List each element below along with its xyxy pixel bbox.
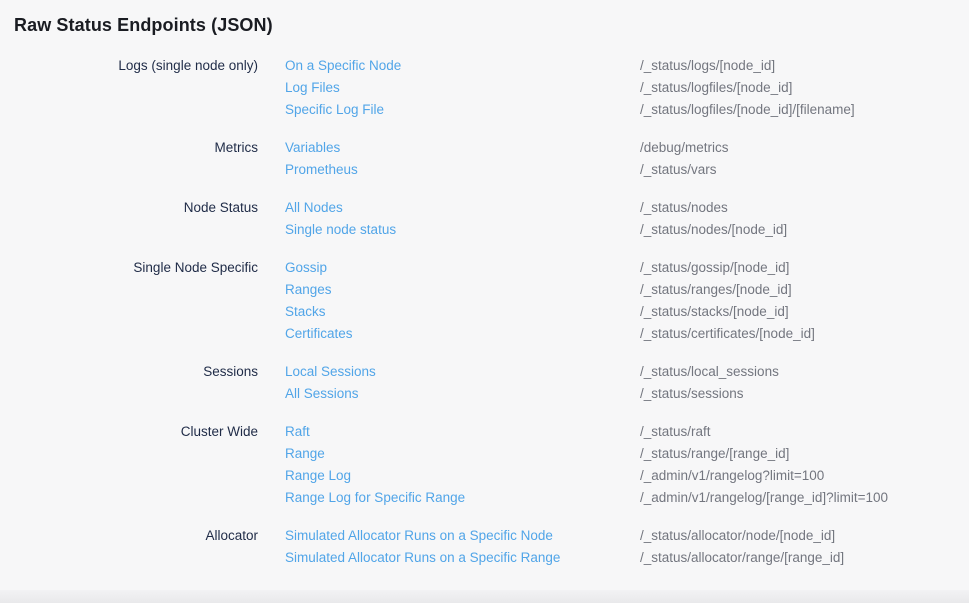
endpoint-link[interactable]: Prometheus bbox=[285, 159, 358, 181]
endpoint-path: /_status/logs/[node_id] bbox=[640, 55, 969, 77]
endpoint-row: Certificates /_status/certificates/[node… bbox=[285, 323, 969, 345]
endpoint-path: /_admin/v1/rangelog?limit=100 bbox=[640, 465, 969, 487]
endpoint-link[interactable]: Ranges bbox=[285, 279, 332, 301]
endpoint-link[interactable]: Single node status bbox=[285, 219, 396, 241]
endpoint-group: Node Status All Nodes /_status/nodes Sin… bbox=[0, 197, 969, 241]
endpoint-group: Cluster Wide Raft /_status/raft Range /_… bbox=[0, 421, 969, 509]
endpoint-path: /_status/allocator/range/[range_id] bbox=[640, 547, 969, 569]
endpoint-sections: Logs (single node only) On a Specific No… bbox=[0, 55, 969, 569]
endpoint-path: /_status/stacks/[node_id] bbox=[640, 301, 969, 323]
endpoint-path: /_status/nodes bbox=[640, 197, 969, 219]
endpoint-rows: On a Specific Node /_status/logs/[node_i… bbox=[285, 55, 969, 121]
endpoint-link[interactable]: Simulated Allocator Runs on a Specific R… bbox=[285, 547, 560, 569]
raw-status-page: Raw Status Endpoints (JSON) Logs (single… bbox=[0, 0, 969, 569]
endpoint-group: Metrics Variables /debug/metrics Prometh… bbox=[0, 137, 969, 181]
endpoint-row: Single node status /_status/nodes/[node_… bbox=[285, 219, 969, 241]
endpoint-path: /_status/logfiles/[node_id] bbox=[640, 77, 969, 99]
endpoint-path: /_admin/v1/rangelog/[range_id]?limit=100 bbox=[640, 487, 969, 509]
endpoint-row: Raft /_status/raft bbox=[285, 421, 969, 443]
endpoint-link[interactable]: All Sessions bbox=[285, 383, 359, 405]
endpoint-path: /debug/metrics bbox=[640, 137, 969, 159]
endpoint-path: /_status/certificates/[node_id] bbox=[640, 323, 969, 345]
endpoint-link[interactable]: Log Files bbox=[285, 77, 340, 99]
endpoint-link[interactable]: Variables bbox=[285, 137, 340, 159]
endpoint-row: Simulated Allocator Runs on a Specific R… bbox=[285, 547, 969, 569]
endpoint-path: /_status/allocator/node/[node_id] bbox=[640, 525, 969, 547]
endpoint-link[interactable]: Range Log bbox=[285, 465, 351, 487]
endpoint-row: Stacks /_status/stacks/[node_id] bbox=[285, 301, 969, 323]
endpoint-row: Prometheus /_status/vars bbox=[285, 159, 969, 181]
endpoint-row: Variables /debug/metrics bbox=[285, 137, 969, 159]
endpoint-link[interactable]: Certificates bbox=[285, 323, 353, 345]
endpoint-link[interactable]: Specific Log File bbox=[285, 99, 384, 121]
endpoint-row: Range Log for Specific Range /_admin/v1/… bbox=[285, 487, 969, 509]
endpoint-link[interactable]: Range Log for Specific Range bbox=[285, 487, 465, 509]
endpoint-row: Range Log /_admin/v1/rangelog?limit=100 bbox=[285, 465, 969, 487]
endpoint-link[interactable]: On a Specific Node bbox=[285, 55, 401, 77]
category-label: Sessions bbox=[0, 361, 258, 405]
endpoint-path: /_status/vars bbox=[640, 159, 969, 181]
endpoint-path: /_status/ranges/[node_id] bbox=[640, 279, 969, 301]
endpoint-row: Simulated Allocator Runs on a Specific N… bbox=[285, 525, 969, 547]
page-title: Raw Status Endpoints (JSON) bbox=[14, 0, 969, 37]
endpoint-path: /_status/raft bbox=[640, 421, 969, 443]
endpoint-group: Logs (single node only) On a Specific No… bbox=[0, 55, 969, 121]
endpoint-rows: Simulated Allocator Runs on a Specific N… bbox=[285, 525, 969, 569]
endpoint-path: /_status/logfiles/[node_id]/[filename] bbox=[640, 99, 969, 121]
endpoint-path: /_status/local_sessions bbox=[640, 361, 969, 383]
endpoint-path: /_status/sessions bbox=[640, 383, 969, 405]
endpoint-row: All Sessions /_status/sessions bbox=[285, 383, 969, 405]
category-label: Cluster Wide bbox=[0, 421, 258, 509]
endpoint-rows: All Nodes /_status/nodes Single node sta… bbox=[285, 197, 969, 241]
endpoint-row: All Nodes /_status/nodes bbox=[285, 197, 969, 219]
category-label: Single Node Specific bbox=[0, 257, 258, 345]
endpoint-group: Allocator Simulated Allocator Runs on a … bbox=[0, 525, 969, 569]
endpoint-link[interactable]: Local Sessions bbox=[285, 361, 376, 383]
bottom-strip bbox=[0, 590, 969, 603]
category-label: Node Status bbox=[0, 197, 258, 241]
endpoint-link[interactable]: Range bbox=[285, 443, 325, 465]
endpoint-rows: Variables /debug/metrics Prometheus /_st… bbox=[285, 137, 969, 181]
endpoint-row: Local Sessions /_status/local_sessions bbox=[285, 361, 969, 383]
endpoint-link[interactable]: Simulated Allocator Runs on a Specific N… bbox=[285, 525, 553, 547]
category-label: Allocator bbox=[0, 525, 258, 569]
endpoint-link[interactable]: Raft bbox=[285, 421, 310, 443]
endpoint-row: Gossip /_status/gossip/[node_id] bbox=[285, 257, 969, 279]
endpoint-group: Single Node Specific Gossip /_status/gos… bbox=[0, 257, 969, 345]
endpoint-rows: Raft /_status/raft Range /_status/range/… bbox=[285, 421, 969, 509]
endpoint-rows: Gossip /_status/gossip/[node_id] Ranges … bbox=[285, 257, 969, 345]
endpoint-row: Ranges /_status/ranges/[node_id] bbox=[285, 279, 969, 301]
endpoint-link[interactable]: All Nodes bbox=[285, 197, 343, 219]
category-label: Metrics bbox=[0, 137, 258, 181]
endpoint-link[interactable]: Gossip bbox=[285, 257, 327, 279]
endpoint-group: Sessions Local Sessions /_status/local_s… bbox=[0, 361, 969, 405]
endpoint-link[interactable]: Stacks bbox=[285, 301, 326, 323]
category-label: Logs (single node only) bbox=[0, 55, 258, 121]
endpoint-path: /_status/nodes/[node_id] bbox=[640, 219, 969, 241]
endpoint-row: Specific Log File /_status/logfiles/[nod… bbox=[285, 99, 969, 121]
endpoint-row: Log Files /_status/logfiles/[node_id] bbox=[285, 77, 969, 99]
endpoint-row: Range /_status/range/[range_id] bbox=[285, 443, 969, 465]
endpoint-path: /_status/gossip/[node_id] bbox=[640, 257, 969, 279]
endpoint-path: /_status/range/[range_id] bbox=[640, 443, 969, 465]
endpoint-rows: Local Sessions /_status/local_sessions A… bbox=[285, 361, 969, 405]
endpoint-row: On a Specific Node /_status/logs/[node_i… bbox=[285, 55, 969, 77]
